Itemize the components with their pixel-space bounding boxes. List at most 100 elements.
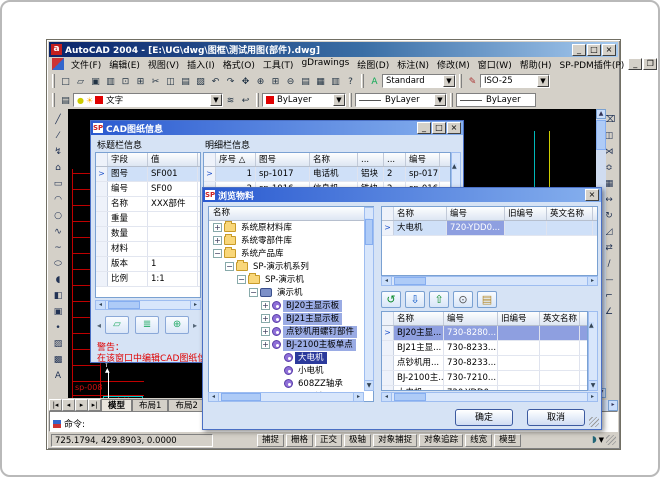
tree-hscrollbar[interactable]: ◂▸ [208, 392, 364, 402]
table-row[interactable]: >BJ20主显...730-8280... [382, 326, 587, 341]
new-icon[interactable]: □ [58, 74, 73, 89]
polygon-icon[interactable]: ⌂ [50, 161, 66, 177]
add-record-icon[interactable]: ⊕ [165, 316, 189, 334]
menu-工具(T)[interactable]: 工具(T) [259, 57, 298, 72]
insert-block-icon[interactable]: ◧ [50, 289, 66, 305]
bom-vscrollbar[interactable]: ▲ ▼ [588, 311, 598, 391]
column-header[interactable]: 旧编号 [498, 312, 540, 325]
table-row[interactable]: 点钞机用...730-8233... [382, 356, 587, 371]
table-row[interactable]: 版本1 [96, 257, 200, 272]
tab-next-icon[interactable]: ▸ [75, 399, 88, 411]
text-icon[interactable]: A [50, 369, 66, 385]
upload-icon[interactable]: ⇧ [429, 291, 449, 308]
status-menu-icon[interactable]: ▼ [599, 436, 604, 444]
scroll-up-icon[interactable]: ▲ [596, 109, 606, 119]
table-row[interactable]: 编号SF00 [96, 182, 200, 197]
open-folder-icon[interactable]: ▤ [477, 291, 497, 308]
scroll-up-icon[interactable]: ▲ [589, 322, 594, 329]
lineweight-combo[interactable]: ByLayer [456, 93, 536, 107]
layer-combo[interactable]: ● ☀ 文字 ▼ [73, 93, 223, 107]
expand-icon[interactable]: + [261, 314, 270, 323]
paste-icon[interactable]: ▤ [178, 74, 193, 89]
chevron-down-icon[interactable]: ▼ [333, 94, 345, 106]
column-header[interactable]: 图号 [256, 153, 310, 166]
open-icon[interactable]: ▱ [73, 74, 88, 89]
plot-icon[interactable]: ▥ [103, 74, 118, 89]
dim-style-combo[interactable]: ISO-25 ▼ [480, 74, 550, 88]
toolbar-grip[interactable] [52, 93, 55, 107]
columns-icon[interactable]: ≣ [135, 316, 159, 334]
search-icon[interactable]: ⊙ [453, 291, 473, 308]
layer-manager-icon[interactable]: ▤ [58, 93, 73, 108]
text-style-icon[interactable]: A [367, 74, 382, 89]
tree-item-608ZZ轴承[interactable]: 608ZZ轴承 [209, 377, 373, 390]
menu-窗口(W)[interactable]: 窗口(W) [474, 57, 516, 72]
point-icon[interactable]: • [50, 321, 66, 337]
scroll-thumb[interactable] [108, 301, 140, 309]
scroll-left-icon[interactable]: ◂ [96, 301, 106, 309]
tree-item-演示机[interactable]: −演示机 [209, 286, 373, 299]
menu-SP-PDM插件(P)[interactable]: SP-PDM插件(P) [556, 57, 629, 72]
table-row[interactable]: 材料 [96, 242, 200, 257]
resize-grip[interactable] [606, 435, 616, 445]
table-row[interactable]: 大电机720-YDD0... [382, 386, 587, 391]
preview-icon[interactable]: ⊡ [118, 74, 133, 89]
cut-icon[interactable]: ✂ [148, 74, 163, 89]
menu-插入(I)[interactable]: 插入(I) [183, 57, 219, 72]
scroll-thumb[interactable] [596, 120, 606, 150]
scroll-right-icon[interactable]: ▸ [587, 277, 597, 285]
help-icon[interactable]: ? [343, 74, 358, 89]
toolbar-grip[interactable] [256, 93, 259, 107]
undo-icon[interactable]: ↶ [208, 74, 223, 89]
column-header[interactable]: 名称 [394, 207, 447, 220]
table-row[interactable]: >大电机720-YDD0... [382, 221, 597, 236]
tree-item-系统原材料库[interactable]: +系统原材料库 [209, 221, 373, 234]
doc-minimize-button[interactable]: _ [628, 58, 642, 70]
rectangle-icon[interactable]: ▭ [50, 177, 66, 193]
menu-绘图(D)[interactable]: 绘图(D) [353, 57, 393, 72]
scroll-right-icon[interactable]: ▸ [190, 301, 200, 309]
table-row[interactable]: BJ21主显...730-8233... [382, 341, 587, 356]
tab-布局2[interactable]: 布局2 [168, 399, 204, 411]
tree-item-小电机[interactable]: 小电机 [209, 364, 373, 377]
resize-grip[interactable] [589, 417, 599, 427]
collapse-icon[interactable]: − [213, 249, 222, 258]
status-toggle-线宽[interactable]: 线宽 [465, 434, 492, 447]
expand-icon[interactable]: + [261, 301, 270, 310]
expand-icon[interactable]: + [261, 340, 270, 349]
tab-first-icon[interactable]: |◂ [49, 399, 62, 411]
table-row[interactable]: BJ-2100主...730-7210... [382, 371, 587, 386]
revision-cloud-icon[interactable]: ∿ [50, 225, 66, 241]
tab-模型[interactable]: 模型 [101, 399, 132, 411]
status-toggle-捕捉[interactable]: 捕捉 [257, 434, 284, 447]
cad-info-titlebar[interactable]: SP CAD图纸信息 _ □ × [91, 121, 463, 135]
tree-item-系统产品库[interactable]: −系统产品库 [209, 247, 373, 260]
pan-icon[interactable]: ✥ [238, 74, 253, 89]
save-icon[interactable]: ▣ [88, 74, 103, 89]
collapse-icon[interactable]: − [225, 262, 234, 271]
toolbar-grip[interactable] [52, 74, 55, 88]
tree-item-BJ20主显示板[interactable]: +BJ20主显示板 [209, 299, 373, 312]
scroll-thumb[interactable] [221, 393, 261, 401]
chevron-down-icon[interactable]: ▼ [210, 94, 222, 106]
scroll-thumb[interactable] [365, 219, 373, 245]
zoom-realtime-icon[interactable]: ⊕ [253, 74, 268, 89]
minimize-button[interactable]: _ [572, 44, 586, 56]
tab-布局1[interactable]: 布局1 [132, 399, 168, 411]
scroll-down-icon[interactable]: ▼ [365, 380, 373, 390]
scroll-thumb[interactable] [394, 393, 426, 401]
menu-修改(M)[interactable]: 修改(M) [433, 57, 474, 72]
construction-line-icon[interactable]: ⁄ [50, 129, 66, 145]
column-header[interactable]: 序号 △ [216, 153, 256, 166]
expand-icon[interactable]: + [261, 327, 270, 336]
current-material-hscrollbar[interactable]: ◂▸ [381, 276, 598, 286]
tree-item-大电机[interactable]: 大电机 [209, 351, 373, 364]
chevron-down-icon[interactable]: ▼ [434, 94, 446, 106]
ellipse-arc-icon[interactable]: ◖ [50, 273, 66, 289]
redo-icon[interactable]: ↷ [223, 74, 238, 89]
menu-标注(N)[interactable]: 标注(N) [393, 57, 433, 72]
status-toggle-正交[interactable]: 正交 [315, 434, 342, 447]
color-combo[interactable]: ByLayer ▼ [262, 93, 346, 107]
copy-icon[interactable]: ◫ [163, 74, 178, 89]
column-header[interactable]: 编号 [447, 207, 505, 220]
